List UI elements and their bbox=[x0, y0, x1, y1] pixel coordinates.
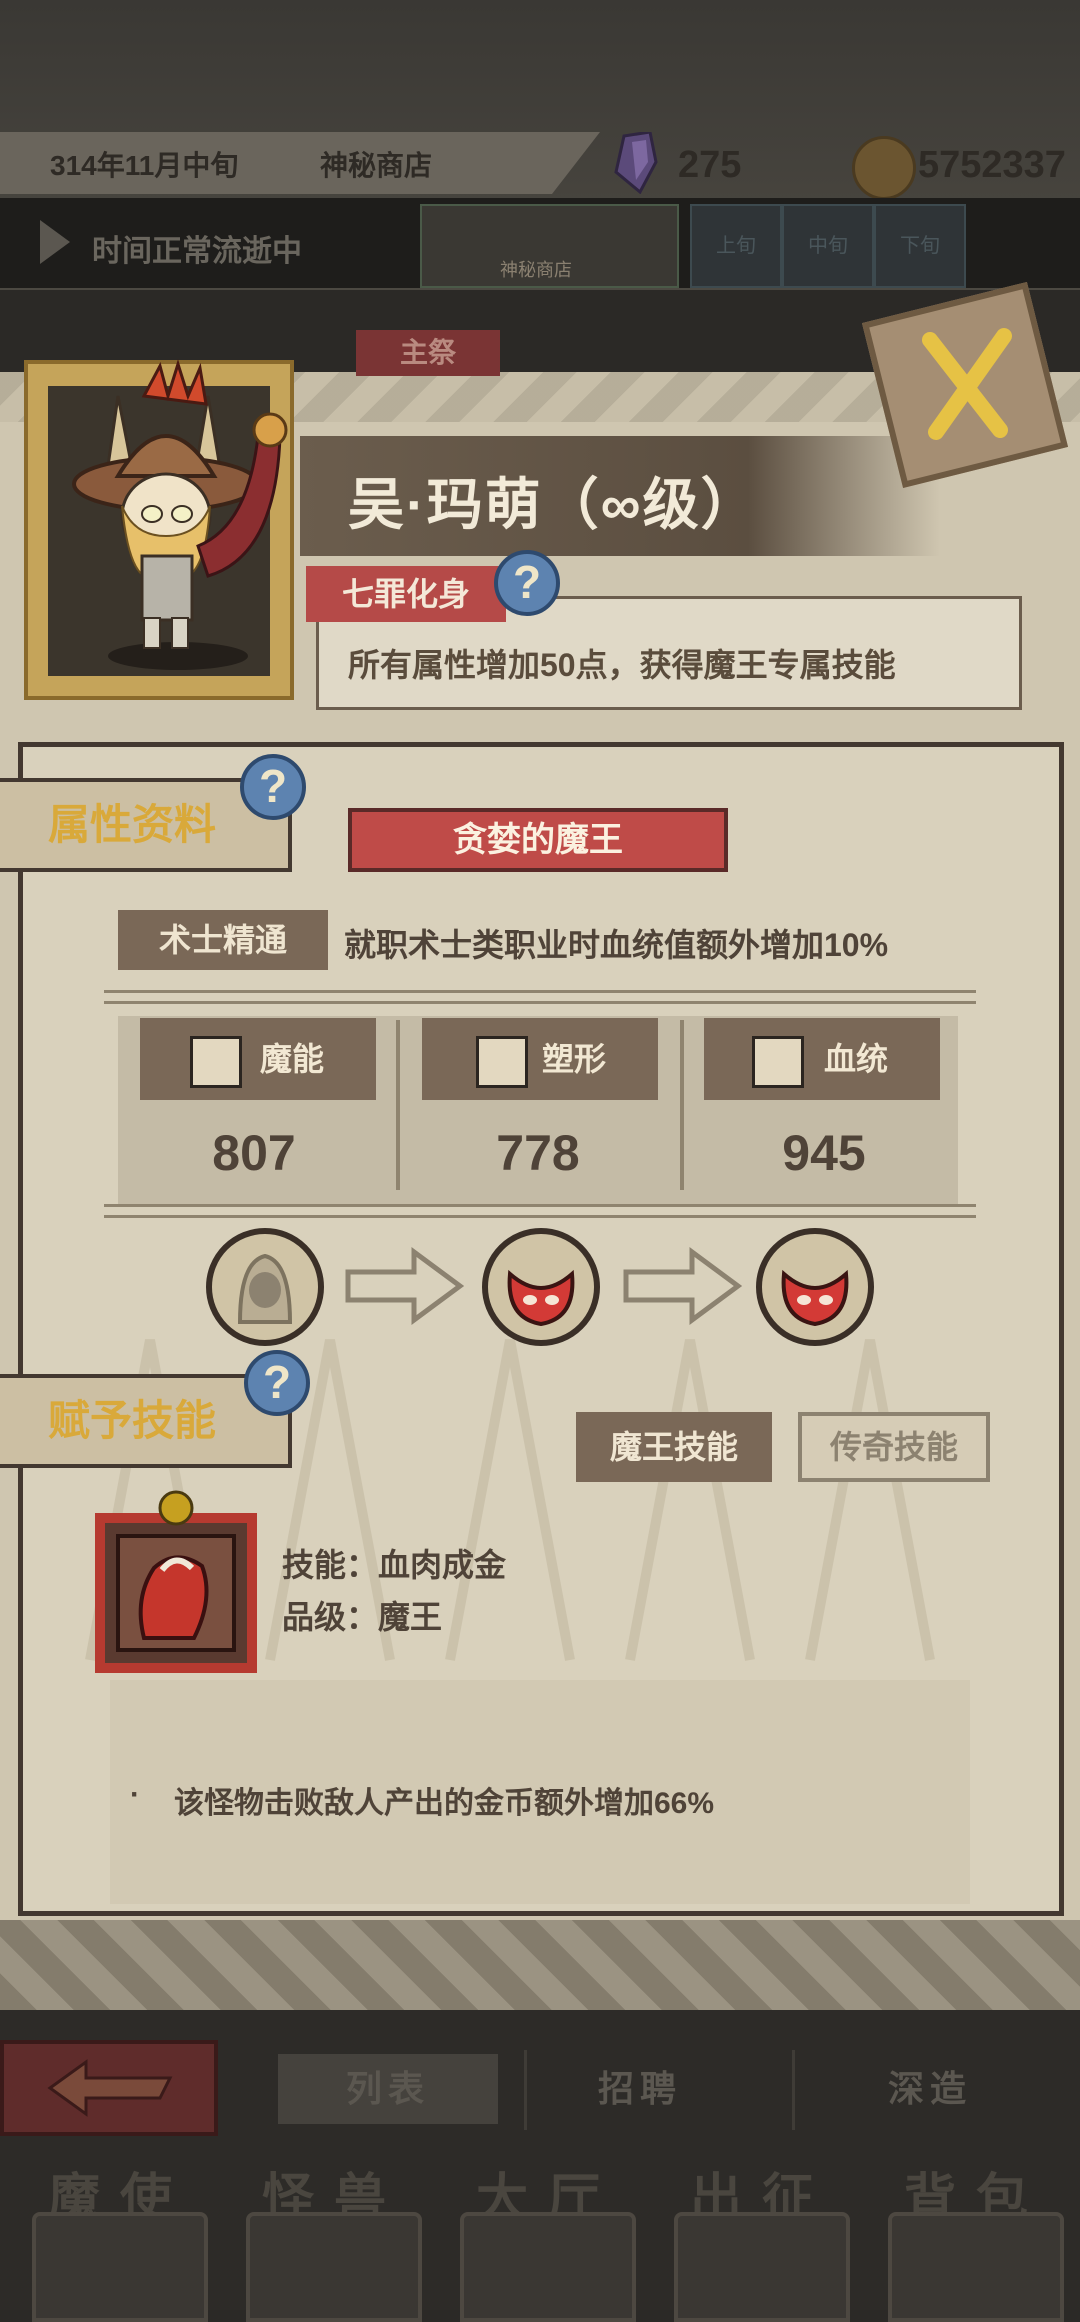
skill-effect-text: 该怪物击败敌人产出的金币额外增加66% bbox=[174, 1787, 715, 1820]
skill-grade: 品级：魔王 bbox=[282, 1599, 443, 1635]
period-mid[interactable]: 中旬 bbox=[782, 204, 874, 288]
back-arrow-icon[interactable] bbox=[40, 2056, 180, 2120]
date-label: 314年11月中旬 bbox=[50, 150, 239, 181]
divider-top bbox=[104, 990, 976, 1004]
evolution-arrow-icon bbox=[345, 1247, 464, 1325]
stat-value-shape: 778 bbox=[496, 1125, 580, 1181]
hooded-figure-icon bbox=[237, 1253, 293, 1324]
magic-icon bbox=[190, 1036, 242, 1088]
divider-bottom bbox=[104, 1204, 976, 1218]
dialog-bottom-pattern bbox=[0, 1920, 1080, 2010]
effect-bullet: · bbox=[130, 1778, 140, 1811]
play-icon[interactable] bbox=[40, 220, 70, 264]
sin-help-icon[interactable]: ? bbox=[494, 550, 560, 616]
legend-skill-tab[interactable]: 传奇技能 bbox=[798, 1412, 990, 1482]
attributes-help-icon[interactable]: ? bbox=[240, 754, 306, 820]
skill-flesh-to-gold-icon[interactable] bbox=[84, 1488, 268, 1678]
tab-list[interactable]: 列表 bbox=[278, 2054, 498, 2124]
bloodline-icon bbox=[752, 1036, 804, 1088]
shape-icon bbox=[476, 1036, 528, 1088]
hall-icon[interactable] bbox=[460, 2212, 636, 2322]
skill-name: 技能：血肉成金 bbox=[282, 1547, 507, 1583]
demon-king-face-icon bbox=[781, 1269, 849, 1327]
tab-recruit[interactable]: 招聘 bbox=[530, 2054, 750, 2124]
gem-count: 275 bbox=[678, 144, 742, 186]
gold-coin-icon bbox=[852, 136, 916, 200]
monster-icon[interactable] bbox=[246, 2212, 422, 2322]
stat-label-magic: 魔能 bbox=[140, 1018, 376, 1100]
sin-description: 所有属性增加50点，获得魔王专属技能 bbox=[348, 647, 896, 683]
period-early[interactable]: 上旬 bbox=[690, 204, 782, 288]
envoy-skull-icon[interactable] bbox=[32, 2212, 208, 2322]
character-name: 吴·玛萌（∞级） bbox=[348, 473, 759, 536]
close-icon[interactable] bbox=[880, 300, 1050, 470]
period-late[interactable]: 下旬 bbox=[874, 204, 966, 288]
stat-label-bloodline: 血统 bbox=[704, 1018, 940, 1100]
time-status: 时间正常流逝中 bbox=[92, 235, 302, 268]
expedition-icon[interactable] bbox=[674, 2212, 850, 2322]
tab-separator bbox=[792, 2050, 795, 2130]
main-role-tag: 主祭 bbox=[356, 330, 500, 376]
gem-icon bbox=[614, 132, 658, 194]
trait-description: 就职术士类职业时血统值额外增加10% bbox=[344, 927, 889, 963]
stat-label-shape: 塑形 bbox=[422, 1018, 658, 1100]
backpack-icon[interactable] bbox=[888, 2212, 1064, 2322]
skills-help-icon[interactable]: ? bbox=[244, 1350, 310, 1416]
tab-separator bbox=[524, 2050, 527, 2130]
demon-skill-tab[interactable]: 魔王技能 bbox=[576, 1412, 772, 1482]
demon-face-icon bbox=[507, 1269, 575, 1327]
class-title-banner: 贪婪的魔王 bbox=[348, 808, 728, 872]
thumbnail-label: 神秘商店 bbox=[500, 260, 572, 280]
tab-advanced-study[interactable]: 深造 bbox=[820, 2054, 1040, 2124]
stat-value-magic: 807 bbox=[212, 1125, 296, 1181]
character-portrait bbox=[72, 358, 288, 670]
sin-title: 七罪化身 bbox=[306, 566, 506, 622]
gold-count: 5752337 bbox=[918, 144, 1066, 186]
trait-name: 术士精通 bbox=[118, 910, 328, 970]
location-label: 神秘商店 bbox=[320, 150, 433, 181]
stat-value-bloodline: 945 bbox=[782, 1125, 866, 1181]
evolution-arrow-icon bbox=[623, 1247, 742, 1325]
